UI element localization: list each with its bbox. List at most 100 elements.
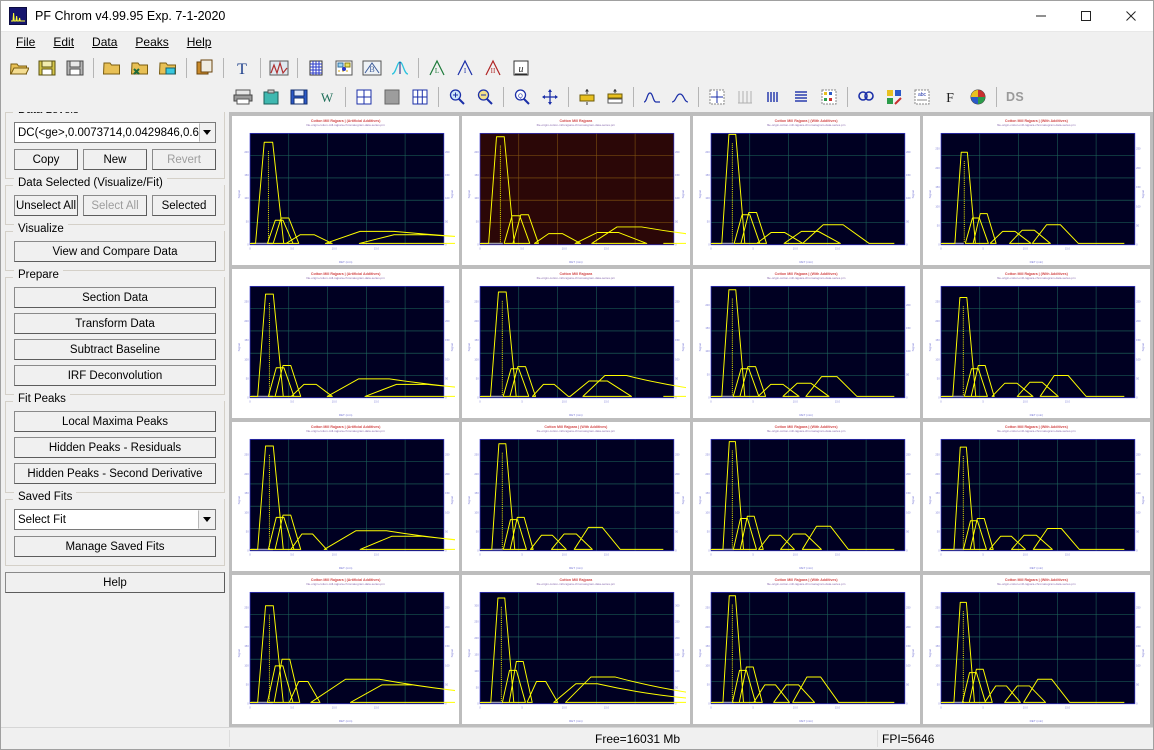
chart-panel[interactable]: Cotton Mill Rajpara | (With Additives) fi… (922, 269, 1150, 418)
new-button[interactable]: New (83, 149, 147, 170)
grid-layout-icon[interactable] (351, 85, 377, 109)
text-tool-icon[interactable]: T (229, 56, 255, 80)
chart-panel[interactable]: Cotton Mill Rajpara | (With Additives) fi… (692, 116, 920, 265)
manage-saved-fits-button[interactable]: Manage Saved Fits (14, 536, 216, 557)
color-picker-icon[interactable] (881, 85, 907, 109)
chart-plot-area[interactable]: 0 0 50 50 100 100 150 150 200 200 250 250 0 5 10.0 15.0… (927, 127, 1146, 264)
spectrum-view-icon[interactable] (266, 56, 292, 80)
zoom-out-icon[interactable] (472, 85, 498, 109)
chart-plot-area[interactable]: 0 0 50 50 100 100 150 150 200 200 0 5.0 10.0 15.0 Sig… (466, 127, 686, 264)
save-file-icon[interactable] (34, 56, 60, 80)
chart-panel[interactable]: Cotton Mill Rajpara | (Artificial Additi… (232, 116, 460, 265)
chart-plot-area[interactable]: 0 0 50 50 100 100 150 150 200 200 250 250 0 5 10.0 15.0… (697, 586, 916, 723)
residual-peaks-icon[interactable]: I (452, 56, 478, 80)
save-as-icon[interactable] (62, 56, 88, 80)
chart-plot-area[interactable]: 0 0 50 50 100 100 150 150 200 200 250 250 0 5 10.0 15.0… (927, 280, 1146, 417)
menu-file[interactable]: File (7, 33, 44, 51)
multi-panel-icon[interactable] (407, 85, 433, 109)
gridlines-icon[interactable] (732, 85, 758, 109)
palette-icon[interactable] (965, 85, 991, 109)
local-maxima-icon[interactable]: L (424, 56, 450, 80)
chart-panel[interactable]: Cotton Mill Rajpara | (Artificial Additi… (232, 269, 460, 418)
chevron-down-icon[interactable] (199, 123, 215, 142)
legend-icon[interactable] (816, 85, 842, 109)
irf-deconvolution-button[interactable]: IRF Deconvolution (14, 365, 216, 386)
ds-button[interactable]: DS (1002, 85, 1028, 109)
chart-plot-area[interactable]: 0 0 50 50 100 100 150 150 200 200 250 250 0 5.0 10.0 15… (236, 280, 456, 417)
zoom-in-icon[interactable] (444, 85, 470, 109)
y-scale-icon[interactable] (574, 85, 600, 109)
save-image-icon[interactable] (286, 85, 312, 109)
copy-button[interactable]: Copy (14, 149, 78, 170)
chart-plot-area[interactable]: 0 0 50 50 100 100 150 150 200 200 250 250 0 5 10.0 15.0… (466, 433, 685, 570)
chart-panel[interactable]: Cotton Mill Rajpara | (With Additives) fi… (922, 575, 1150, 724)
import-folder-icon[interactable] (155, 56, 181, 80)
chart-plot-area[interactable]: 0 0 50 50 100 100 150 150 200 200 250 250 300 300 0 5 10… (466, 586, 686, 723)
close-button[interactable] (1108, 1, 1153, 32)
peak-icon[interactable] (387, 56, 413, 80)
section-data-button[interactable]: Section Data (14, 287, 216, 308)
open-folder-icon[interactable] (99, 56, 125, 80)
chart-plot-area[interactable]: 0 0 50 50 100 100 150 150 200 200 250 250 0 5 10.0 15.0… (697, 433, 916, 570)
copy-data-icon[interactable] (192, 56, 218, 80)
help-button[interactable]: Help (5, 572, 225, 593)
chart-panel[interactable]: Cotton Mill Rajpara | (With Additives) fi… (462, 422, 690, 571)
close-folder-icon[interactable] (127, 56, 153, 80)
chart-panel[interactable]: Cotton Mill Rajpara file-origin-cotton-mi… (462, 575, 690, 724)
menu-help[interactable]: Help (178, 33, 221, 51)
menu-edit[interactable]: Edit (44, 33, 83, 51)
chart-panel[interactable]: Cotton Mill Rajpara | (Artificial Additi… (232, 575, 460, 724)
local-maxima-peaks-button[interactable]: Local Maxima Peaks (14, 411, 216, 432)
second-derivative-icon[interactable]: II (480, 56, 506, 80)
revert-button[interactable]: Revert (152, 149, 216, 170)
chart-panel[interactable]: Cotton Mill Rajpara | (With Additives) fi… (922, 422, 1150, 571)
grid-table-icon[interactable] (303, 56, 329, 80)
zoom-reset-icon[interactable]: Q (509, 85, 535, 109)
maximize-button[interactable] (1063, 1, 1108, 32)
chevron-down-icon[interactable] (198, 510, 215, 529)
hidden-peaks-second-derivative-button[interactable]: Hidden Peaks - Second Derivative (14, 463, 216, 484)
menu-peaks[interactable]: Peaks (126, 33, 177, 51)
clipboard-icon[interactable] (258, 85, 284, 109)
view-and-compare-data-button[interactable]: View and Compare Data (14, 241, 216, 262)
deconvolution-icon[interactable]: u (508, 56, 534, 80)
chart-panel[interactable]: Cotton Mill Rajpara | (With Additives) fi… (692, 575, 920, 724)
saved-fits-combobox[interactable]: Select Fit (14, 509, 216, 530)
unselect-all-button[interactable]: Unselect All (14, 195, 78, 216)
y-offset-icon[interactable] (602, 85, 628, 109)
word-export-icon[interactable]: W (314, 85, 340, 109)
menu-data[interactable]: Data (83, 33, 126, 51)
chart-plot-area[interactable]: 0 0 50 50 100 100 150 150 200 200 0 5.0 10.0 15.0 Sig… (236, 127, 456, 264)
chart-panel[interactable]: Cotton Mill Rajpara | (With Additives) fi… (922, 116, 1150, 265)
chart-panel[interactable]: Cotton Mill Rajpara file-origin-cotton-mi… (462, 116, 690, 265)
chart-plot-area[interactable]: 0 0 50 50 100 100 150 150 200 200 0 5 10.0 15.0 Signa… (697, 127, 916, 264)
chart-plot-area[interactable]: 0 0 50 50 100 100 150 150 200 200 0 5 10.0 15.0 Signa… (697, 280, 916, 417)
find-icon[interactable] (853, 85, 879, 109)
curve-single-icon[interactable] (667, 85, 693, 109)
minimize-button[interactable] (1018, 1, 1063, 32)
annotate-icon[interactable]: abc (909, 85, 935, 109)
chart-plot-area[interactable]: 0 0 50 50 100 100 150 150 200 200 250 250 0 5 10.0 15.0… (927, 586, 1146, 723)
chart-panel[interactable]: Cotton Mill Rajpara | (With Additives) fi… (692, 269, 920, 418)
print-icon[interactable] (230, 85, 256, 109)
chart-panel[interactable]: Cotton Mill Rajpara | (Artificial Additi… (232, 422, 460, 571)
subtract-baseline-button[interactable]: Subtract Baseline (14, 339, 216, 360)
select-all-button[interactable]: Select All (83, 195, 147, 216)
pan-icon[interactable] (537, 85, 563, 109)
hidden-peaks-residuals-button[interactable]: Hidden Peaks - Residuals (14, 437, 216, 458)
chart-plot-area[interactable]: 0 0 50 50 100 100 150 150 200 200 250 250 0 5 10.0 15.0… (927, 433, 1146, 570)
open-file-icon[interactable] (6, 56, 32, 80)
chart-plot-area[interactable]: 0 0 50 50 100 100 150 150 200 200 250 250 0 5 10.0 15.0… (466, 280, 686, 417)
chart-plot-area[interactable]: 0 0 50 50 100 100 150 150 200 200 250 250 0 5.0 10.0 15… (236, 433, 456, 570)
chart-panel[interactable]: Cotton Mill Rajpara file-origin-cotton-mi… (462, 269, 690, 418)
list-icon[interactable] (788, 85, 814, 109)
crosshair-icon[interactable] (704, 85, 730, 109)
curve-overlay-icon[interactable] (639, 85, 665, 109)
data-levels-combobox[interactable]: DC(<ge>,0.0073714,0.0429846,0.634 (14, 122, 216, 143)
baseline-icon[interactable]: B (359, 56, 385, 80)
transform-data-button[interactable]: Transform Data (14, 313, 216, 334)
selected-button[interactable]: Selected (152, 195, 216, 216)
font-icon[interactable]: F (937, 85, 963, 109)
bars-icon[interactable] (760, 85, 786, 109)
single-panel-icon[interactable] (379, 85, 405, 109)
